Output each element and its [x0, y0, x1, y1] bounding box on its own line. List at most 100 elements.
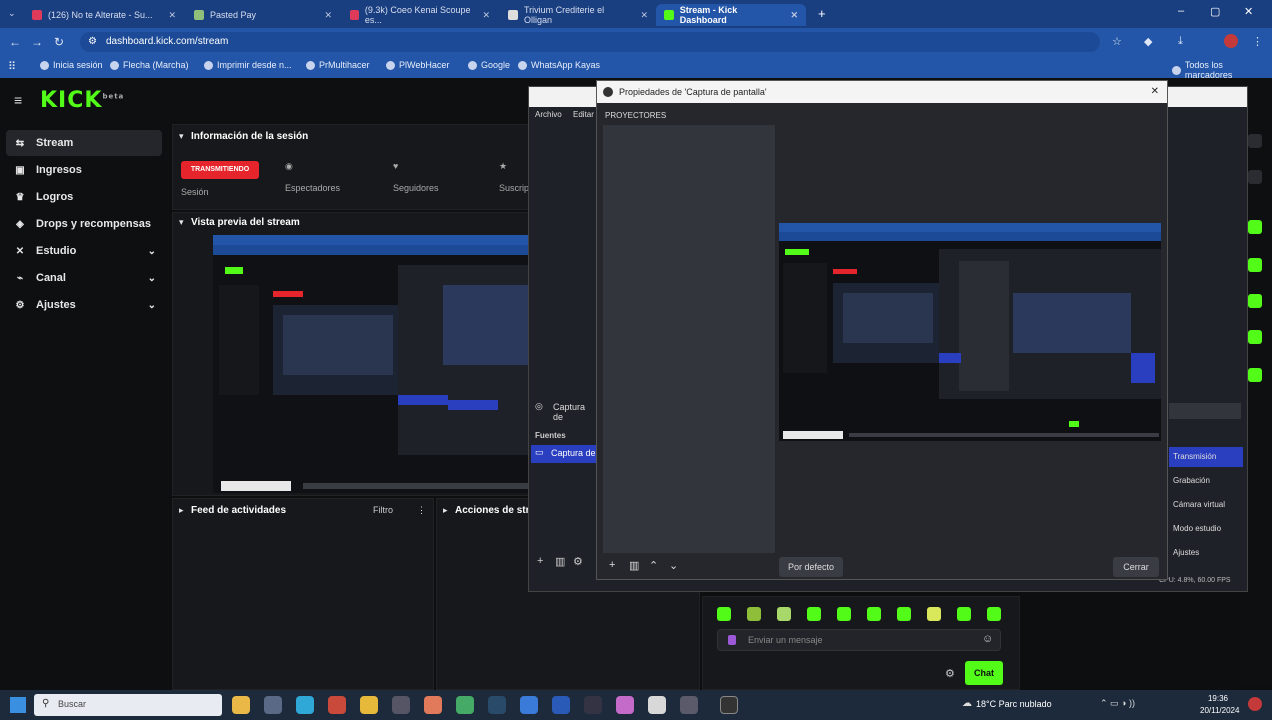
bookmark[interactable]: WhatsApp Kayas — [518, 60, 600, 70]
source-settings-icon[interactable]: ⚙ — [573, 555, 583, 568]
trash-icon[interactable]: ▥ — [629, 559, 639, 572]
close-icon[interactable]: ✕ — [640, 10, 648, 21]
properties-list[interactable] — [603, 125, 775, 553]
extensions-icon[interactable]: ◆ — [1144, 35, 1152, 48]
action-icon[interactable] — [1248, 170, 1262, 184]
control-transmision[interactable]: Transmisión — [1169, 447, 1243, 467]
chevron-down-icon[interactable]: ▾ — [179, 217, 184, 228]
emote-icon[interactable] — [747, 607, 761, 621]
weather-text[interactable]: 18°C Parc nublado — [976, 699, 1052, 709]
app-icon[interactable] — [456, 696, 474, 714]
emote-icon[interactable] — [867, 607, 881, 621]
menu-item-archivo[interactable]: Archivo — [535, 110, 562, 119]
reload-icon[interactable]: ↻ — [48, 35, 70, 49]
browser-tab-active[interactable]: Stream - Kick Dashboard ✕ — [656, 4, 806, 26]
control-modo-estudio[interactable]: Modo estudio — [1169, 519, 1243, 539]
chrome-icon[interactable] — [360, 696, 378, 714]
back-icon[interactable]: ← — [4, 35, 26, 49]
file-explorer-icon[interactable] — [232, 696, 250, 714]
control-camara-virtual[interactable]: Cámara virtual — [1169, 495, 1243, 515]
site-info-icon[interactable]: ⚙ — [88, 32, 97, 52]
app-icon[interactable] — [392, 696, 410, 714]
emote-icon[interactable] — [927, 607, 941, 621]
control-grabacion[interactable]: Grabación — [1169, 471, 1243, 491]
delete-source-icon[interactable]: ▥ — [555, 555, 565, 568]
forward-icon[interactable]: → — [26, 35, 48, 49]
chevron-up-icon[interactable]: ⌃ — [649, 559, 658, 572]
notification-icon[interactable] — [1248, 697, 1262, 711]
add-source-icon[interactable]: + — [537, 555, 543, 567]
action-icon[interactable] — [1248, 220, 1262, 234]
controls-dropdown[interactable] — [1169, 403, 1241, 419]
close-icon[interactable]: ✕ — [790, 10, 798, 21]
hamburger-icon[interactable]: ≡ — [14, 92, 22, 108]
sidebar-item-ajustes[interactable]: ⚙ Ajustes ⌄ — [6, 292, 162, 318]
close-icon[interactable]: ✕ — [168, 10, 176, 21]
tab-search-icon[interactable]: ⌄ — [8, 8, 16, 19]
emote-icon[interactable] — [777, 607, 791, 621]
menu-item-editar[interactable]: Editar — [573, 110, 597, 119]
steam-icon[interactable] — [488, 696, 506, 714]
scene-entry[interactable]: ◎ Captura de — [531, 399, 597, 422]
tray-icons[interactable]: ⌃ ▭ ◑ )) — [1100, 698, 1135, 709]
action-icon[interactable] — [1248, 368, 1262, 382]
app-icon[interactable] — [520, 696, 538, 714]
bookmark-star-icon[interactable]: ☆ — [1112, 35, 1122, 48]
close-icon[interactable]: ✕ — [324, 10, 332, 21]
emote-icon[interactable] — [807, 607, 821, 621]
sidebar-item-stream[interactable]: ⇆ Stream — [6, 130, 162, 156]
control-ajustes[interactable]: Ajustes — [1169, 543, 1243, 563]
kick-logo[interactable]: KICKbeta — [40, 88, 124, 113]
app-icon[interactable] — [328, 696, 346, 714]
emoji-icon[interactable]: ☺ — [982, 633, 993, 645]
app-icon[interactable] — [616, 696, 634, 714]
close-icon[interactable]: ✕ — [482, 10, 490, 21]
maximize-icon[interactable]: ▢ — [1210, 5, 1220, 18]
app-icon[interactable] — [264, 696, 282, 714]
chat-send-button[interactable]: Chat — [965, 661, 1003, 685]
app-icon[interactable] — [424, 696, 442, 714]
action-icon[interactable] — [1248, 294, 1262, 308]
url-field[interactable]: ⚙ dashboard.kick.com/stream — [80, 32, 1100, 52]
app-icon[interactable] — [584, 696, 602, 714]
chat-input[interactable]: Enviar un mensaje ☺ — [717, 629, 1001, 651]
emote-icon[interactable] — [837, 607, 851, 621]
windows-start-icon[interactable] — [10, 697, 26, 713]
action-icon[interactable] — [1248, 258, 1262, 272]
browser-tab[interactable]: (126) No te Alterate - Su... ✕ — [24, 4, 184, 26]
app-icon[interactable] — [648, 696, 666, 714]
new-tab-button[interactable]: + — [818, 6, 826, 21]
browser-tab[interactable]: (9.3k) Coeo Kenai Scoupe es... ✕ — [342, 4, 498, 26]
chevron-down-icon[interactable]: ⌄ — [669, 559, 678, 572]
bookmark[interactable]: Google — [468, 60, 510, 70]
app-icon[interactable] — [552, 696, 570, 714]
sidebar-item-estudio[interactable]: ✕ Estudio ⌄ — [6, 238, 162, 264]
sidebar-item-drops[interactable]: ◈ Drops y recompensas — [6, 211, 162, 237]
emote-icon[interactable] — [717, 607, 731, 621]
chevron-right-icon[interactable]: ▸ — [179, 505, 184, 516]
action-icon[interactable] — [1248, 330, 1262, 344]
filter-button[interactable]: Filtro — [373, 505, 393, 515]
browser-tab[interactable]: Pasted Pay ✕ — [186, 4, 340, 26]
sidebar-item-canal[interactable]: ⌁ Canal ⌄ — [6, 265, 162, 291]
browser-tab[interactable]: Trivium Crediterie el Olligan ✕ — [500, 4, 656, 26]
settings-gear-icon[interactable]: ⚙ — [945, 667, 955, 680]
apps-icon[interactable]: ⠿ — [8, 60, 16, 73]
bookmark[interactable]: PlWebHacer — [386, 60, 449, 70]
defaults-button[interactable]: Por defecto — [779, 557, 843, 577]
bookmark[interactable]: Flecha (Marcha) — [110, 60, 189, 70]
bookmark[interactable]: Inicia sesión — [40, 60, 103, 70]
emote-icon[interactable] — [897, 607, 911, 621]
add-icon[interactable]: + — [609, 559, 615, 571]
emote-icon[interactable] — [987, 607, 1001, 621]
sidebar-item-logros[interactable]: ♛ Logros — [6, 184, 162, 210]
action-icon[interactable] — [1248, 134, 1262, 148]
profile-icon[interactable] — [1224, 34, 1238, 48]
obs-icon[interactable] — [720, 696, 738, 714]
chevron-down-icon[interactable]: ▾ — [179, 131, 184, 142]
more-icon[interactable]: ⋮ — [417, 505, 426, 516]
close-button[interactable]: Cerrar — [1113, 557, 1159, 577]
sidebar-item-ingresos[interactable]: ▣ Ingresos — [6, 157, 162, 183]
menu-icon[interactable]: ⋮ — [1252, 35, 1263, 48]
emote-icon[interactable] — [957, 607, 971, 621]
